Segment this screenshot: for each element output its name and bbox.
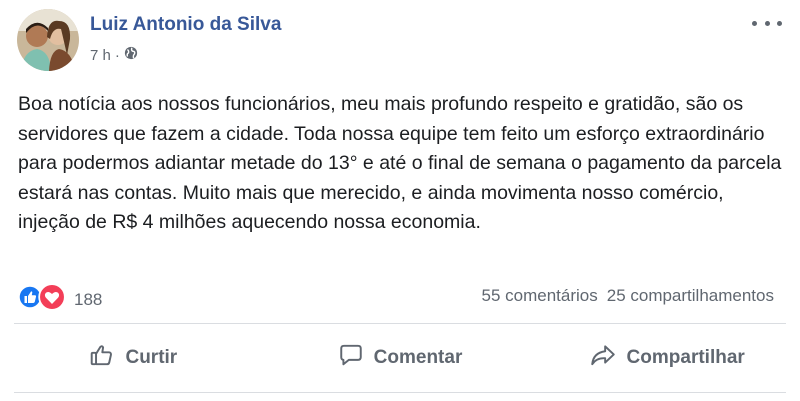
share-arrow-icon bbox=[589, 342, 617, 374]
post-meta: 7 h · bbox=[90, 46, 138, 64]
post-text: Boa notícia aos nossos funcionários, meu… bbox=[18, 93, 782, 233]
dot-icon bbox=[752, 20, 757, 26]
globe-icon bbox=[124, 46, 138, 64]
author-name[interactable]: Luiz Antonio da Silva bbox=[90, 14, 281, 36]
facebook-post: Luiz Antonio da Silva 7 h · Boa notícia … bbox=[0, 0, 800, 401]
post-actions: Curtir Comentar Compartilhar bbox=[0, 330, 800, 386]
divider bbox=[14, 323, 786, 324]
like-label: Curtir bbox=[125, 347, 178, 368]
love-reaction-icon bbox=[38, 283, 66, 316]
like-button[interactable]: Curtir bbox=[0, 342, 267, 374]
post-timestamp[interactable]: 7 h bbox=[90, 47, 111, 64]
engagement-stats: 55 comentários 25 compartilhamentos bbox=[482, 286, 775, 306]
shares-count[interactable]: 25 compartilhamentos bbox=[607, 286, 774, 306]
divider bbox=[14, 392, 786, 393]
more-options-button[interactable] bbox=[752, 14, 782, 32]
share-label: Compartilhar bbox=[626, 347, 745, 368]
share-button[interactable]: Compartilhar bbox=[533, 342, 800, 374]
meta-separator: · bbox=[114, 46, 120, 64]
dot-icon bbox=[764, 20, 770, 26]
thumbs-up-icon bbox=[89, 342, 115, 374]
dot-icon bbox=[777, 20, 782, 26]
reaction-count[interactable]: 188 bbox=[74, 290, 102, 310]
comment-icon bbox=[338, 342, 364, 374]
avatar[interactable] bbox=[17, 9, 79, 71]
comment-label: Comentar bbox=[373, 347, 463, 368]
comment-button[interactable]: Comentar bbox=[267, 342, 534, 374]
reactions-summary[interactable]: 188 bbox=[18, 283, 102, 316]
comments-count[interactable]: 55 comentários bbox=[482, 286, 598, 306]
